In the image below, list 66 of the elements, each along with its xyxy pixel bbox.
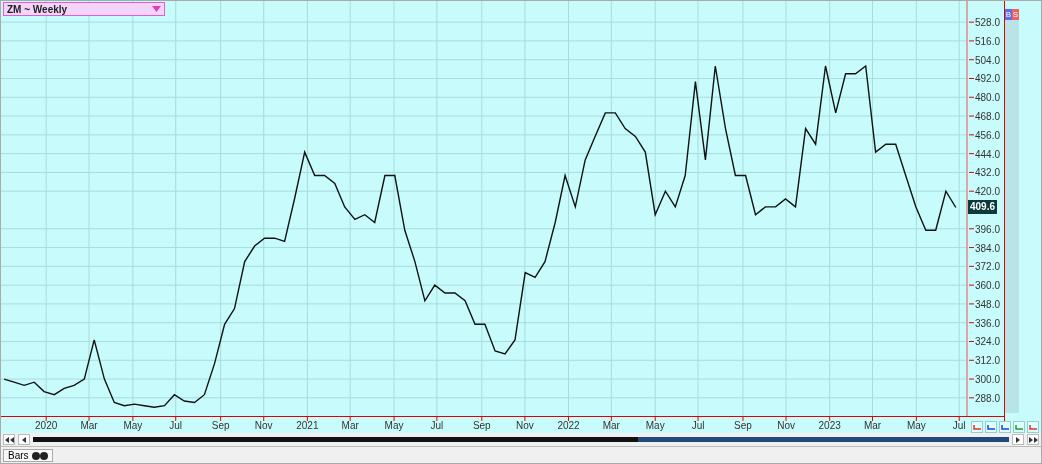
y-tick-label: 432.0 <box>975 167 1001 179</box>
corner-line-icon <box>1014 423 1024 431</box>
double-right-arrow-icon <box>1028 436 1038 443</box>
y-tick-label: 420.0 <box>975 186 1001 198</box>
x-tick-label: Jul <box>691 420 705 431</box>
y-tick-label: 396.0 <box>975 223 1001 235</box>
y-tick-label: 456.0 <box>975 129 1001 141</box>
x-tick-label: May <box>645 420 665 431</box>
x-tick-label: Mar <box>863 420 882 431</box>
x-tick-label: Mar <box>80 420 98 431</box>
scroll-start-button[interactable] <box>3 434 15 445</box>
y-tick-label: 336.0 <box>975 317 1001 329</box>
x-tick-label: 2023 <box>818 420 841 431</box>
y-tick-label: 492.0 <box>975 73 1001 85</box>
y-tick-label: 468.0 <box>975 111 1001 123</box>
x-tick-label: Nov <box>516 420 534 431</box>
x-tick-label: 2021 <box>296 420 319 431</box>
double-left-arrow-icon <box>4 436 14 443</box>
scroll-track[interactable] <box>33 437 1009 442</box>
toolbar-button[interactable] <box>985 421 997 433</box>
caret-icon <box>152 6 161 12</box>
x-tick-label: Mar <box>602 420 620 431</box>
y-tick-label: 504.0 <box>975 54 1001 66</box>
x-tick-label: Sep <box>734 420 752 431</box>
scroll-left-button[interactable] <box>18 434 30 445</box>
last-price-label: 409.6 <box>968 200 998 215</box>
dots-icon <box>31 451 48 460</box>
x-tick-label: May <box>384 420 404 431</box>
y-tick-label: 528.0 <box>975 17 1001 29</box>
symbol-dropdown[interactable]: ZM ~ Weekly <box>3 2 165 16</box>
left-arrow-icon <box>21 436 27 443</box>
x-tick-label: May <box>123 420 143 431</box>
corner-line-icon <box>1000 423 1010 431</box>
y-tick-label: 480.0 <box>975 92 1001 104</box>
x-tick-label: Nov <box>254 420 273 431</box>
x-tick-label: Sep <box>472 420 491 431</box>
corner-line-icon <box>986 423 996 431</box>
side-button[interactable]: B <box>1005 9 1012 20</box>
bars-tab[interactable]: Bars <box>3 449 53 462</box>
y-tick-label: 300.0 <box>975 374 1001 386</box>
corner-line-icon <box>972 423 982 431</box>
right-arrow-icon <box>1015 436 1021 443</box>
scroll-thumb[interactable] <box>638 437 1009 442</box>
x-tick-label: Jul <box>952 420 966 431</box>
y-tick-label: 372.0 <box>975 261 1001 273</box>
scroll-end-button[interactable] <box>1027 434 1039 445</box>
scroll-right-button[interactable] <box>1012 434 1024 445</box>
y-tick-label: 324.0 <box>975 336 1001 348</box>
x-tick-label: Sep <box>211 420 230 431</box>
x-tick-label: 2020 <box>35 420 58 431</box>
y-tick-label: 516.0 <box>975 35 1001 47</box>
x-tick-label: May <box>906 420 926 431</box>
x-tick-label: Jul <box>169 420 183 431</box>
y-tick-label: 360.0 <box>975 280 1001 292</box>
toolbar-button[interactable] <box>999 421 1011 433</box>
y-tick-label: 288.0 <box>975 392 1001 404</box>
x-tick-label: 2022 <box>557 420 580 431</box>
x-tick-label: Mar <box>341 420 359 431</box>
toolbar-button[interactable] <box>971 421 983 433</box>
x-tick-label: Nov <box>777 420 795 431</box>
y-tick-label: 444.0 <box>975 148 1001 160</box>
y-tick-label: 312.0 <box>975 355 1001 367</box>
x-tick-label: Jul <box>430 420 444 431</box>
corner-line-icon <box>1028 423 1038 431</box>
y-tick-label: 348.0 <box>975 298 1001 310</box>
y-tick-label: 384.0 <box>975 242 1001 254</box>
